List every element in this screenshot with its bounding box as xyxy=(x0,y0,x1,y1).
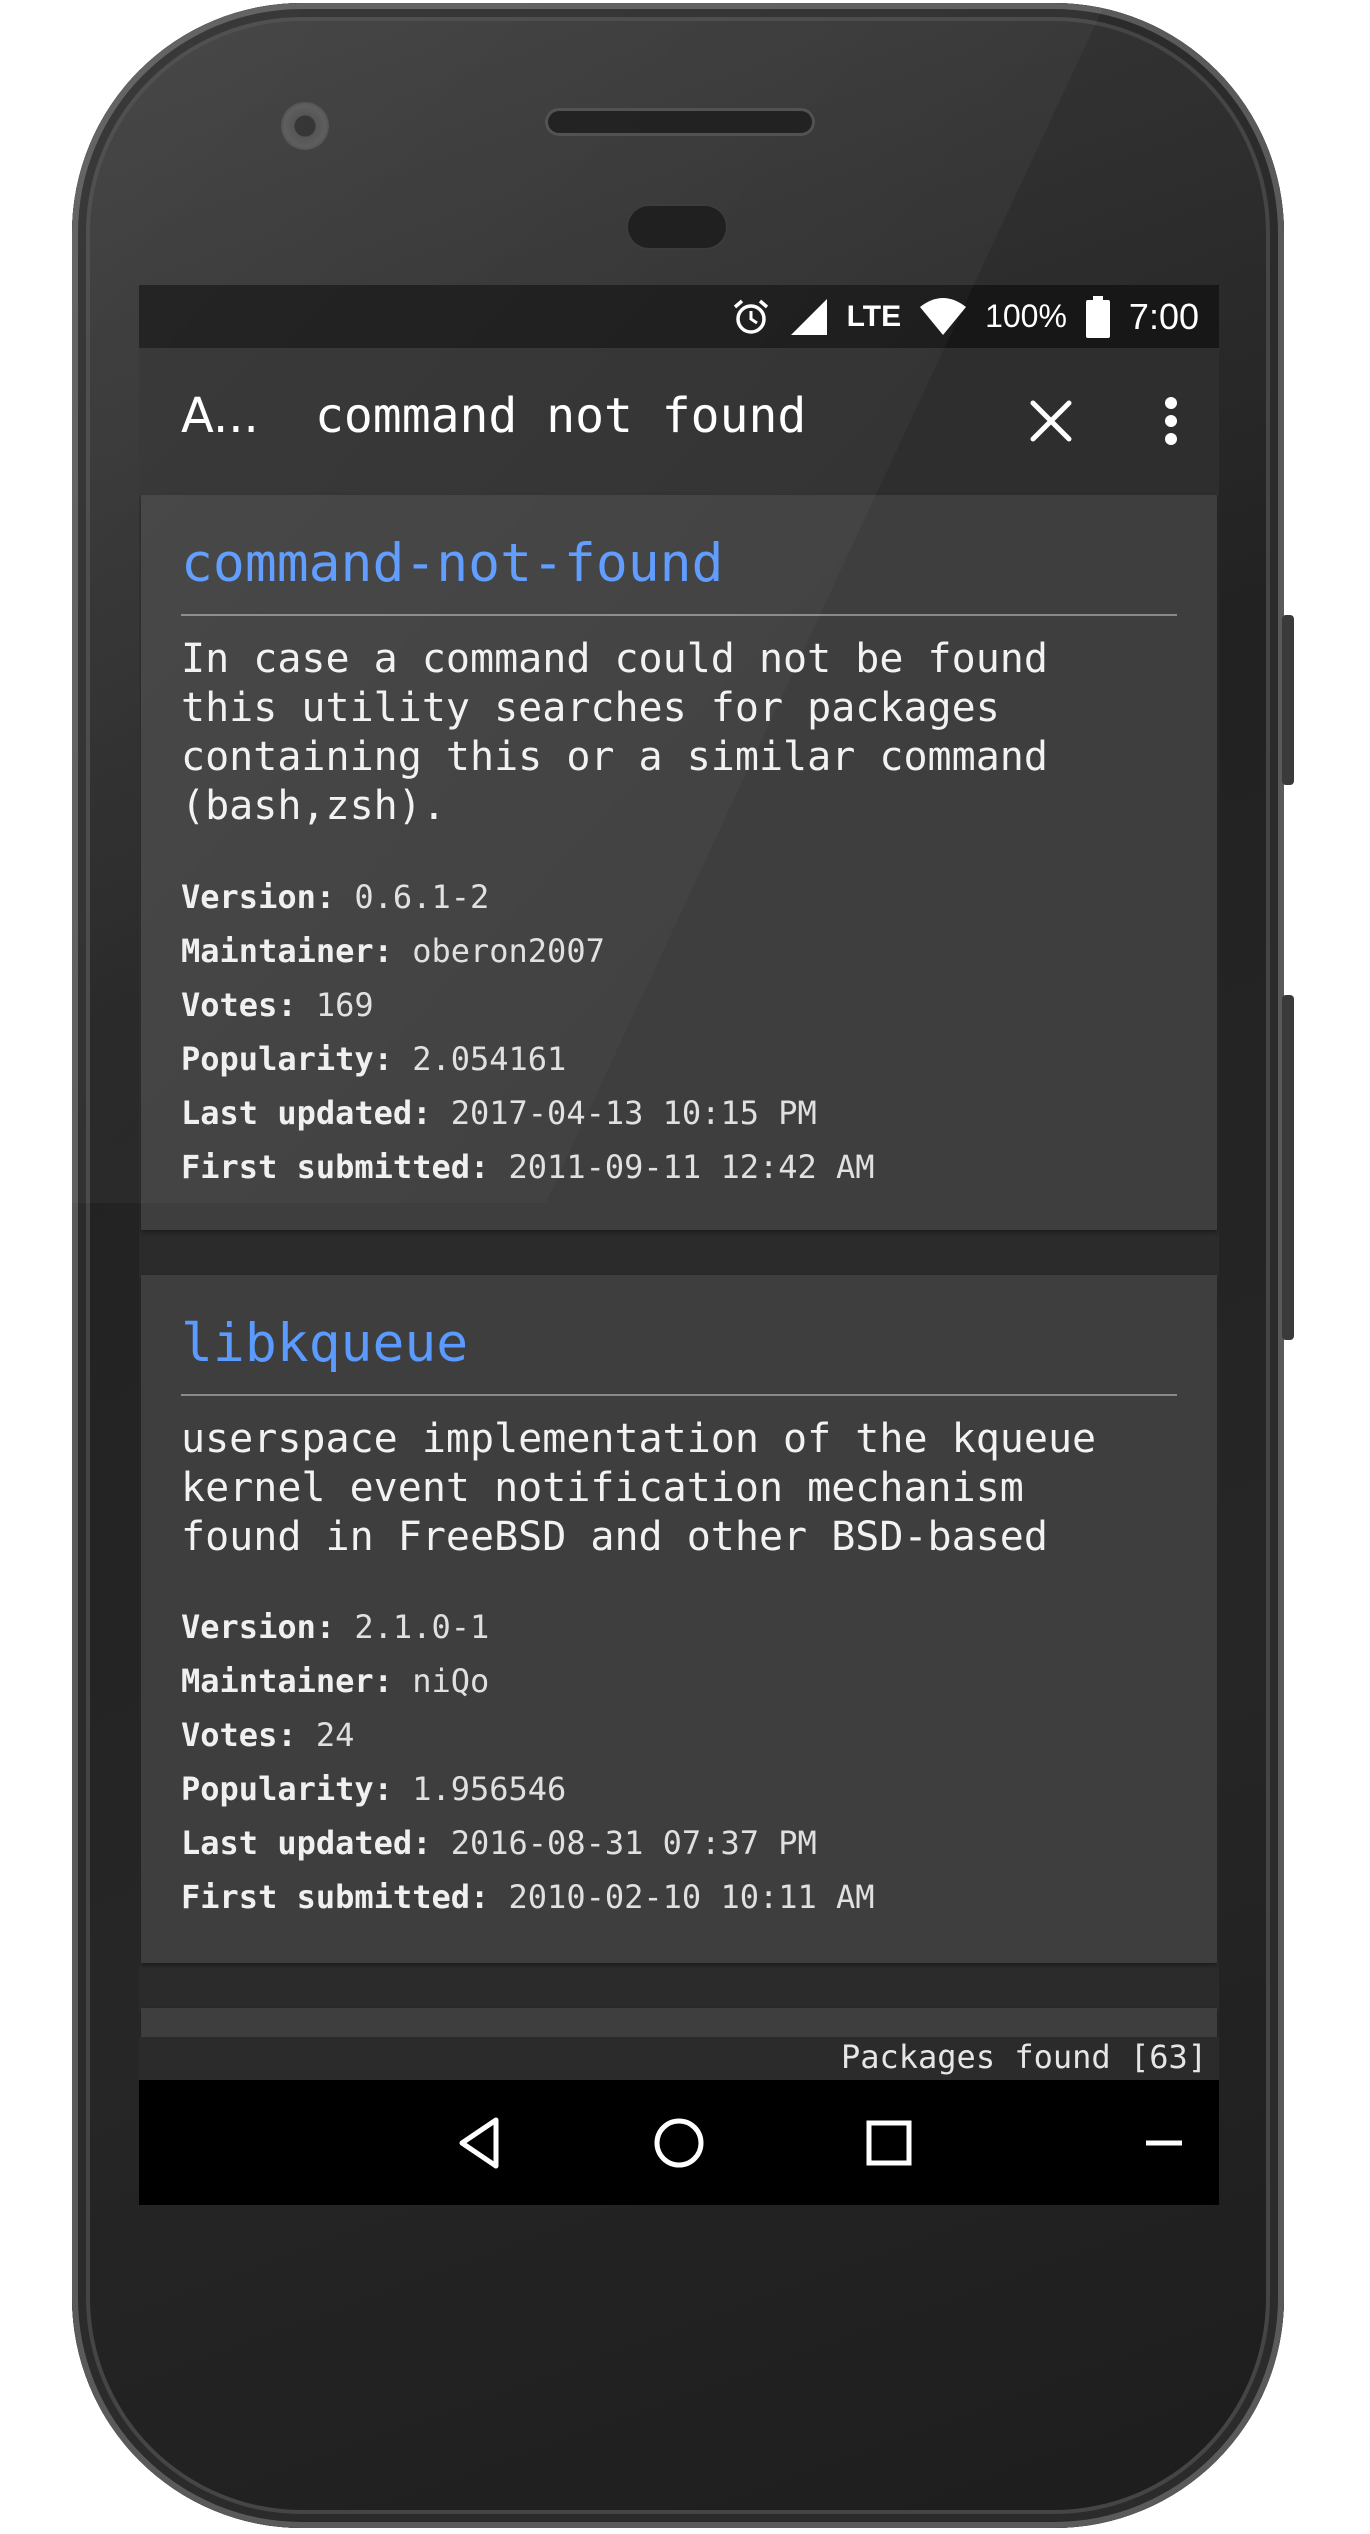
screen: LTE 100% 7:00 A... command not found com… xyxy=(139,285,1219,2205)
meta-label: First submitted: xyxy=(181,1148,490,1186)
meta-value: 2.1.0-1 xyxy=(354,1608,490,1646)
back-icon[interactable] xyxy=(444,2108,514,2178)
meta-votes: Votes: 24 xyxy=(181,1716,354,1754)
package-card[interactable]: libkqueue userspace implementation of th… xyxy=(141,1275,1217,1963)
meta-maintainer: Maintainer: oberon2007 xyxy=(181,932,605,970)
package-description: In case a command could not be found thi… xyxy=(181,636,1048,829)
meta-label: Popularity: xyxy=(181,1040,393,1078)
meta-label: Last updated: xyxy=(181,1824,432,1862)
close-icon[interactable] xyxy=(1015,385,1087,457)
meta-value: 2.054161 xyxy=(412,1040,567,1078)
package-card[interactable]: command-not-found In case a command coul… xyxy=(141,495,1217,1230)
meta-label: First submitted: xyxy=(181,1878,490,1916)
search-input[interactable]: command not found xyxy=(315,388,806,444)
power-button xyxy=(1282,615,1294,785)
minimize-icon[interactable] xyxy=(1129,2108,1199,2178)
package-description: userspace implementation of the kqueue k… xyxy=(181,1416,1097,1560)
meta-version: Version: 2.1.0-1 xyxy=(181,1608,489,1646)
meta-value: 2011-09-11 12:42 AM xyxy=(508,1148,875,1186)
divider xyxy=(181,1394,1177,1396)
meta-version: Version: 0.6.1-2 xyxy=(181,878,489,916)
home-icon[interactable] xyxy=(644,2108,714,2178)
meta-value: 24 xyxy=(315,1716,355,1754)
recents-icon[interactable] xyxy=(854,2108,924,2178)
meta-label: Version: xyxy=(181,878,336,916)
meta-first-submitted: First submitted: 2010-02-10 10:11 AM xyxy=(181,1878,875,1916)
meta-value: 0.6.1-2 xyxy=(354,878,490,916)
meta-popularity: Popularity: 1.956546 xyxy=(181,1770,566,1808)
meta-label: Maintainer: xyxy=(181,1662,393,1700)
packages-found-count: Packages found [63] xyxy=(840,2038,1207,2076)
meta-last-updated: Last updated: 2016-08-31 07:37 PM xyxy=(181,1824,817,1862)
front-camera xyxy=(281,102,329,150)
package-name[interactable]: command-not-found xyxy=(181,533,723,594)
wifi-icon xyxy=(920,297,967,335)
meta-label: Version: xyxy=(181,1608,336,1646)
meta-last-updated: Last updated: 2017-04-13 10:15 PM xyxy=(181,1094,817,1132)
divider xyxy=(181,614,1177,616)
status-bar: LTE 100% 7:00 xyxy=(139,285,1219,348)
meta-value: 2010-02-10 10:11 AM xyxy=(508,1878,875,1916)
meta-value: 1.956546 xyxy=(412,1770,567,1808)
app-title: A... xyxy=(181,388,259,444)
meta-maintainer: Maintainer: niQo xyxy=(181,1662,489,1700)
more-vert-icon[interactable] xyxy=(1139,385,1203,457)
volume-button xyxy=(1282,995,1294,1340)
meta-value: 2016-08-31 07:37 PM xyxy=(450,1824,817,1862)
earpiece-speaker xyxy=(548,111,812,133)
package-list: command-not-found In case a command coul… xyxy=(139,495,1219,2205)
meta-label: Popularity: xyxy=(181,1770,393,1808)
meta-value: 169 xyxy=(315,986,374,1024)
meta-value: 2017-04-13 10:15 PM xyxy=(450,1094,817,1132)
package-name[interactable]: libkqueue xyxy=(181,1313,468,1374)
meta-value: oberon2007 xyxy=(412,932,605,970)
clock: 7:00 xyxy=(1128,295,1199,337)
signal-icon xyxy=(790,298,827,335)
meta-first-submitted: First submitted: 2011-09-11 12:42 AM xyxy=(181,1148,875,1186)
alarm-icon xyxy=(733,299,768,334)
meta-votes: Votes: 169 xyxy=(181,986,374,1024)
meta-label: Votes: xyxy=(181,1716,297,1754)
meta-label: Votes: xyxy=(181,986,297,1024)
app-toolbar: A... command not found xyxy=(139,348,1219,495)
meta-label: Maintainer: xyxy=(181,932,393,970)
proximity-sensor xyxy=(628,206,726,248)
navigation-bar xyxy=(139,2080,1219,2205)
meta-popularity: Popularity: 2.054161 xyxy=(181,1040,566,1078)
meta-value: niQo xyxy=(412,1662,490,1700)
meta-label: Last updated: xyxy=(181,1094,432,1132)
network-type: LTE xyxy=(846,299,902,333)
battery-percent: 100% xyxy=(985,298,1067,334)
battery-icon xyxy=(1085,295,1110,338)
